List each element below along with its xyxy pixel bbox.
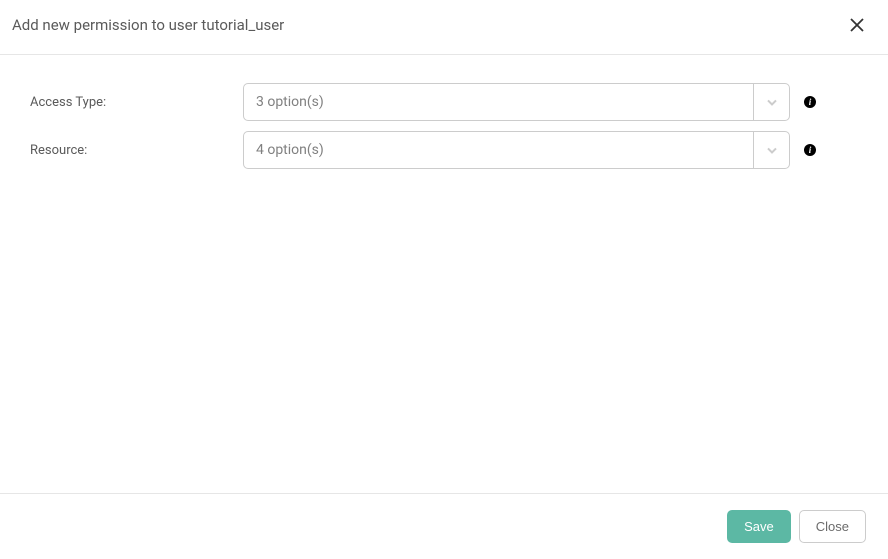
form-row-access-type: Access Type: 3 option(s) i [30,83,858,121]
modal-body: Access Type: 3 option(s) i Resource: 4 o… [0,55,888,207]
modal-header: Add new permission to user tutorial_user [0,0,888,55]
chevron-down-icon [764,142,780,158]
form-row-resource: Resource: 4 option(s) i [30,131,858,169]
save-button[interactable]: Save [727,510,791,543]
info-icon[interactable]: i [804,144,816,156]
resource-select-wrap: 4 option(s) [243,131,790,169]
close-button[interactable]: Close [799,510,866,543]
resource-select[interactable]: 4 option(s) [243,131,790,169]
access-type-label: Access Type: [30,95,243,110]
resource-label: Resource: [30,143,243,158]
resource-placeholder: 4 option(s) [244,142,753,158]
access-type-placeholder: 3 option(s) [244,94,753,110]
info-icon[interactable]: i [804,96,816,108]
close-icon [850,18,864,32]
modal-title: Add new permission to user tutorial_user [12,16,284,34]
access-type-dropdown-indicator [753,84,789,120]
access-type-select-wrap: 3 option(s) [243,83,790,121]
close-icon-button[interactable] [846,14,868,36]
access-type-select[interactable]: 3 option(s) [243,83,790,121]
modal-footer: Save Close [0,493,888,559]
resource-dropdown-indicator [753,132,789,168]
chevron-down-icon [764,94,780,110]
